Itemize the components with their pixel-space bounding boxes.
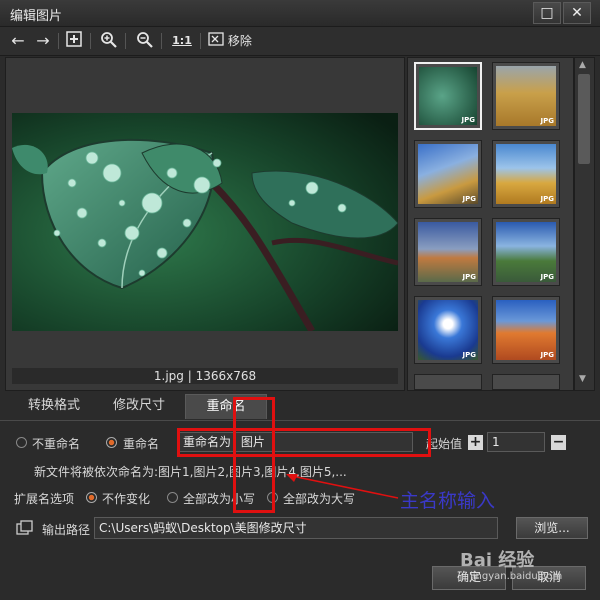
image-caption: 1.jpg | 1366x768 xyxy=(12,368,398,384)
ext-no-change-label: 不作变化 xyxy=(102,492,151,506)
remove-icon xyxy=(208,31,224,52)
thumbnail-item[interactable]: JPG xyxy=(414,140,482,208)
scroll-up-icon[interactable]: ▲ xyxy=(579,60,586,70)
thumbnail-item[interactable]: JPG xyxy=(492,62,560,130)
scrollbar-thumb[interactable] xyxy=(578,74,590,164)
jpg-badge: JPG xyxy=(461,116,475,124)
toolbar-divider xyxy=(58,33,59,49)
ext-lowercase-radio[interactable] xyxy=(167,492,178,503)
watermark-url: jingyan.baidu.com xyxy=(470,571,563,582)
add-image-icon[interactable] xyxy=(64,31,84,51)
close-button[interactable]: ✕ xyxy=(563,2,591,24)
tab-convert-format[interactable]: 转换格式 xyxy=(18,394,90,418)
thumbnail-image: JPG xyxy=(496,144,556,204)
tab-resize[interactable]: 修改尺寸 xyxy=(103,394,175,418)
no-rename-radio[interactable] xyxy=(16,437,27,448)
forward-arrow-icon[interactable]: → xyxy=(33,31,53,51)
toolbar-divider xyxy=(125,33,126,49)
annotation-highlight-box xyxy=(233,397,275,411)
toolbar-divider xyxy=(161,33,162,49)
thumbnail-scrollbar[interactable]: ▲ ▼ xyxy=(574,57,595,391)
thumbnail-image: JPG xyxy=(496,300,556,360)
start-decrement-button[interactable]: − xyxy=(551,435,566,450)
thumbnail-list: JPG JPG JPG JPG JPG JPG JPG JPG xyxy=(407,57,574,391)
thumbnail-item[interactable] xyxy=(492,374,560,390)
jpg-badge: JPG xyxy=(540,195,554,203)
thumbnail-item[interactable]: JPG xyxy=(492,296,560,364)
thumbnail-item[interactable]: JPG xyxy=(414,218,482,286)
start-increment-button[interactable]: + xyxy=(468,435,483,450)
start-value-label: 起始值 xyxy=(426,437,463,451)
close-icon: ✕ xyxy=(571,5,583,21)
actual-size-button[interactable]: 1:1 xyxy=(170,31,194,51)
jpg-badge: JPG xyxy=(540,273,554,281)
thumbnail-image: JPG xyxy=(496,66,556,126)
thumbnail-image: JPG xyxy=(496,222,556,282)
maximize-button[interactable]: □ xyxy=(533,2,561,24)
plus-icon: + xyxy=(469,434,482,450)
toolbar: ← → 1:1 移除 xyxy=(0,27,600,56)
thumbnail-image: JPG xyxy=(418,222,478,282)
output-path-label: 输出路径 xyxy=(42,523,91,537)
baidu-watermark: Bai 经验 xyxy=(460,550,535,571)
jpg-badge: JPG xyxy=(462,273,476,281)
window-title: 编辑图片 xyxy=(10,9,63,24)
annotation-highlight-box xyxy=(177,428,431,457)
thumbnail-image: JPG xyxy=(418,144,478,204)
title-bar: 编辑图片 □ ✕ xyxy=(0,0,600,27)
ext-no-change-radio[interactable] xyxy=(86,492,97,503)
browse-button[interactable]: 浏览... xyxy=(516,517,588,539)
extension-options-label: 扩展名选项 xyxy=(14,492,75,506)
thumbnail-item[interactable]: JPG xyxy=(414,296,482,364)
jpg-badge: JPG xyxy=(540,351,554,359)
annotation-text: 主名称输入 xyxy=(400,490,496,512)
thumbnail-item[interactable]: JPG xyxy=(492,218,560,286)
jpg-badge: JPG xyxy=(462,195,476,203)
maximize-icon: □ xyxy=(540,5,554,21)
folder-icon xyxy=(16,520,34,536)
rename-label: 重命名 xyxy=(123,437,160,451)
start-value-input[interactable]: 1 xyxy=(487,432,545,452)
thumbnail-item[interactable] xyxy=(414,374,482,390)
jpg-badge: JPG xyxy=(462,351,476,359)
thumbnail-image: JPG xyxy=(419,67,477,125)
remove-label: 移除 xyxy=(227,34,252,48)
zoom-out-icon[interactable] xyxy=(135,31,155,51)
minus-icon: − xyxy=(552,434,565,450)
remove-button[interactable]: 移除 xyxy=(208,31,252,51)
rename-radio[interactable] xyxy=(106,437,117,448)
thumbnail-item[interactable]: JPG xyxy=(492,140,560,208)
annotation-arrow xyxy=(286,474,399,499)
zoom-in-icon[interactable] xyxy=(99,31,119,51)
jpg-badge: JPG xyxy=(540,117,554,125)
preview-image xyxy=(12,113,398,331)
thumbnail-item[interactable]: JPG xyxy=(414,62,482,130)
no-rename-label: 不重命名 xyxy=(32,437,81,451)
toolbar-divider xyxy=(200,33,201,49)
scroll-down-icon[interactable]: ▼ xyxy=(579,374,586,384)
output-path-input[interactable]: C:\Users\蚂蚁\Desktop\美图修改尺寸 xyxy=(94,517,498,539)
thumbnail-image: JPG xyxy=(418,300,478,360)
image-preview-panel: 1.jpg | 1366x768 xyxy=(5,57,405,391)
toolbar-divider xyxy=(90,33,91,49)
tab-bar: 转换格式 修改尺寸 重命名 xyxy=(0,394,600,421)
back-arrow-icon[interactable]: ← xyxy=(8,31,28,51)
annotation-highlight-box xyxy=(233,397,275,513)
